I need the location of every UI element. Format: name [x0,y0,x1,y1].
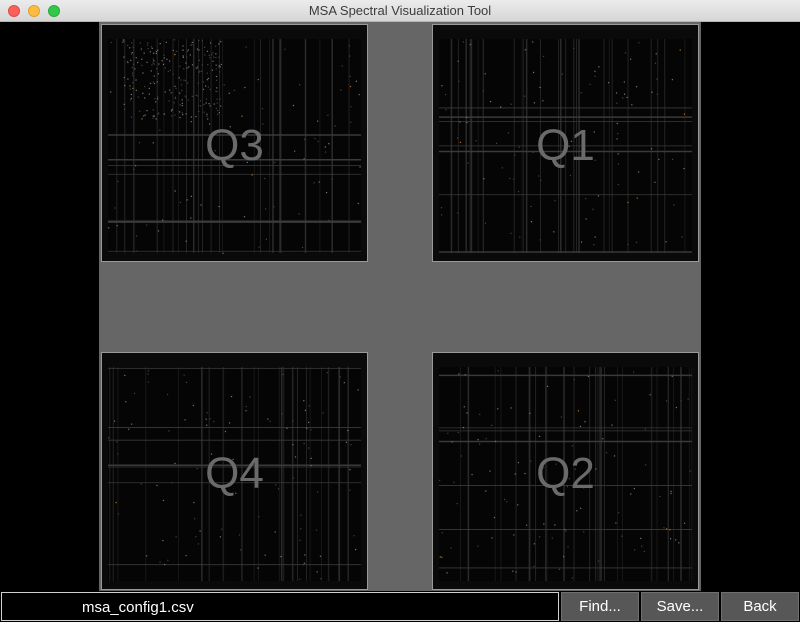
detector-plate: Q3 Q1 Q4 Q2 [99,22,701,591]
quadrant-q4[interactable]: Q4 [101,352,368,590]
quadrant-q4-label: Q4 [205,449,264,498]
window-title: MSA Spectral Visualization Tool [308,3,492,18]
title-bar: MSA Spectral Visualization Tool [0,0,800,22]
quadrant-q1-label: Q1 [536,121,595,170]
save-button[interactable]: Save... [641,592,719,621]
quadrant-q3[interactable]: Q3 [101,24,368,262]
filename-field[interactable]: msa_config1.csv [1,592,559,621]
back-button[interactable]: Back [721,592,799,621]
quadrant-q3-label: Q3 [205,121,264,170]
filename-text: msa_config1.csv [82,599,194,616]
find-button[interactable]: Find... [561,592,639,621]
quadrant-q2-label: Q2 [536,449,595,498]
quadrant-q2[interactable]: Q2 [432,352,699,590]
bottom-toolbar: msa_config1.csv Find... Save... Back [0,591,800,622]
quadrant-q1[interactable]: Q1 [432,24,699,262]
